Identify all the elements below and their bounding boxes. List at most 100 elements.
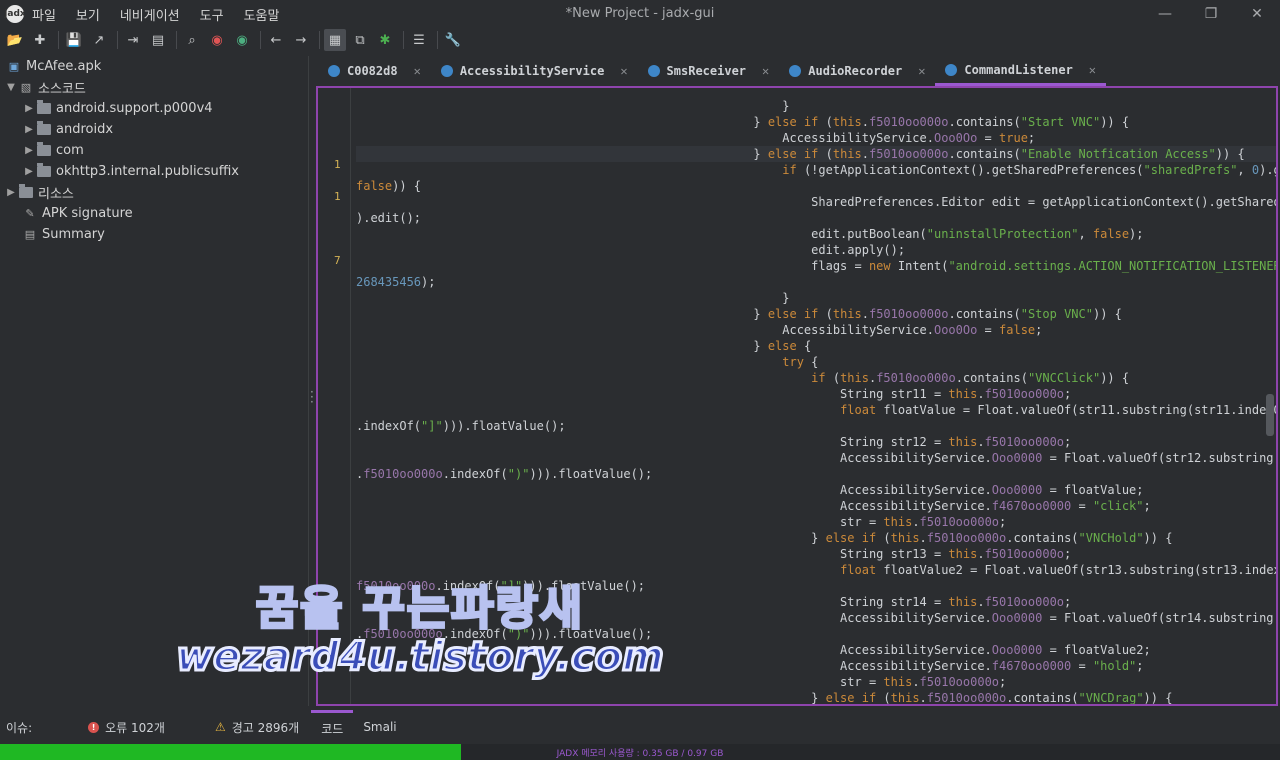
deobfuscation-icon[interactable]: ▦	[324, 29, 346, 51]
warnings-count: 경고 2896개	[231, 720, 300, 735]
chevron-right-icon[interactable]: ▶	[22, 145, 36, 156]
maximize-button[interactable]: ❐	[1188, 0, 1234, 28]
apk-icon: ▣	[8, 60, 20, 73]
preferences-wrench-icon[interactable]: 🔧	[442, 29, 464, 51]
vertical-scrollbar[interactable]	[1266, 394, 1274, 436]
gutter-number: 7	[334, 254, 341, 267]
folder-icon	[18, 184, 34, 200]
log-viewer-icon[interactable]: ☰	[408, 29, 430, 51]
find-class-icon[interactable]: ◉	[206, 29, 228, 51]
gutter-number: 1	[334, 190, 341, 203]
chevron-right-icon[interactable]: ▶	[22, 103, 36, 114]
sync-tree-icon[interactable]: ⇥	[122, 29, 144, 51]
back-arrow-icon[interactable]: ←	[265, 29, 287, 51]
toolbar-separator	[58, 31, 59, 49]
quark-icon[interactable]: ⧉	[349, 29, 371, 51]
menu-navigation[interactable]: 네비게이션	[120, 5, 180, 24]
warning-icon: ⚠	[214, 720, 226, 734]
close-icon[interactable]: ✕	[918, 64, 925, 78]
tab-label: AccessibilityService	[459, 64, 605, 78]
open-file-icon[interactable]: 📂	[4, 29, 26, 51]
tree-source-code[interactable]: ▼ ▧ 소스코드	[0, 77, 308, 98]
errors-indicator[interactable]: ! 오류 102개	[88, 719, 165, 736]
search-icon[interactable]: ⌕	[181, 29, 203, 51]
error-icon: !	[88, 721, 100, 733]
menu-view[interactable]: 보기	[76, 5, 100, 24]
gutter-number: 1	[334, 158, 341, 171]
chevron-down-icon[interactable]: ▼	[4, 82, 18, 93]
folder-icon	[36, 142, 52, 158]
menu-file[interactable]: 파일	[32, 5, 56, 24]
toolbar-separator	[319, 31, 320, 49]
menu-help[interactable]: 도움말	[244, 5, 280, 24]
tree-label: Summary	[42, 227, 105, 242]
close-icon[interactable]: ✕	[414, 64, 421, 78]
save-icon[interactable]: 💾	[63, 29, 85, 51]
minimize-button[interactable]: —	[1142, 0, 1188, 28]
toolbar: 📂 ✚ 💾 ↗ ⇥ ▤ ⌕ ◉ ◉ ← → ▦ ⧉ ✱ ☰ 🔧	[0, 28, 1280, 52]
tree-label: McAfee.apk	[26, 59, 102, 74]
debug-bug-icon[interactable]: ✱	[374, 29, 396, 51]
close-icon[interactable]: ✕	[620, 64, 627, 78]
find-usage-icon[interactable]: ◉	[231, 29, 253, 51]
issues-label: 이슈:	[6, 720, 33, 735]
window-title: *New Project - jadx-gui	[565, 6, 715, 21]
class-icon	[647, 65, 660, 77]
tree-package-item[interactable]: ▶ android.support.p000v4	[0, 98, 308, 119]
tree-root-apk[interactable]: ▣ McAfee.apk	[0, 56, 308, 77]
tree-label: android.support.p000v4	[56, 101, 213, 116]
tab-audiorecorder[interactable]: AudioRecorder ✕	[779, 56, 935, 86]
line-gutter: 1 1 7	[318, 88, 351, 704]
tab-smsreceiver[interactable]: SmsReceiver ✕	[638, 56, 780, 86]
export-icon[interactable]: ↗	[88, 29, 110, 51]
tab-code-view[interactable]: 코드	[311, 710, 354, 744]
title-bar: jadx 파일 보기 네비게이션 도구 도움말 *New Project - j…	[0, 0, 1280, 28]
folder-icon	[36, 163, 52, 179]
jadx-logo-icon: jadx	[4, 5, 26, 23]
editor-tabs: C0082d8 ✕ AccessibilityService ✕ SmsReceiv…	[318, 56, 1280, 86]
tree-resources[interactable]: ▶ 리소스	[0, 182, 308, 203]
close-icon[interactable]: ✕	[762, 64, 769, 78]
chevron-right-icon[interactable]: ▶	[4, 187, 18, 198]
close-button[interactable]: ✕	[1234, 0, 1280, 28]
chevron-right-icon[interactable]: ▶	[22, 124, 36, 135]
class-icon	[328, 65, 340, 77]
tab-label: SmsReceiver	[666, 64, 747, 78]
toolbar-separator	[437, 31, 438, 49]
code-editor[interactable]: 1 1 7 } } else if (this.f5010oo000o.cont…	[316, 86, 1278, 706]
summary-icon: ▤	[24, 228, 36, 241]
tree-label: com	[56, 143, 84, 158]
warnings-indicator[interactable]: ⚠ 경고 2896개	[215, 719, 299, 736]
memory-usage-text: JADX 메모리 사용량 : 0.35 GB / 0.97 GB	[556, 749, 724, 759]
package-box-icon: ▧	[20, 81, 32, 94]
tree-package-item[interactable]: ▶ com	[0, 140, 308, 161]
add-file-icon[interactable]: ✚	[29, 29, 51, 51]
tree-summary[interactable]: ▤ Summary	[0, 224, 308, 245]
splitter-handle[interactable]: · · ·	[310, 386, 314, 408]
tree-apk-signature[interactable]: ✎ APK signature	[0, 203, 308, 224]
class-icon	[440, 65, 453, 77]
tab-smali-view[interactable]: Smali	[353, 710, 406, 744]
toolbar-separator	[117, 31, 118, 49]
tree-label: 리소스	[38, 187, 74, 202]
tree-label: APK signature	[42, 206, 133, 221]
tab-label: CommandListener	[964, 62, 1073, 77]
tab-commandlistener[interactable]: CommandListener ✕	[935, 56, 1107, 86]
chevron-right-icon[interactable]: ▶	[22, 166, 36, 177]
tree-label: androidx	[56, 122, 114, 137]
forward-arrow-icon[interactable]: →	[290, 29, 312, 51]
tab-label: C0082d8	[347, 64, 398, 78]
tree-label: okhttp3.internal.publicsuffix	[56, 164, 239, 179]
menu-tools[interactable]: 도구	[200, 5, 224, 24]
class-icon	[789, 65, 802, 77]
code-text[interactable]: } } else if (this.f5010oo000o.contains("…	[356, 88, 1276, 704]
status-bar: JADX 메모리 사용량 : 0.35 GB / 0.97 GB	[0, 744, 1280, 760]
flatten-packages-icon[interactable]: ▤	[147, 29, 169, 51]
tree-package-item[interactable]: ▶ androidx	[0, 119, 308, 140]
tab-c0082d8[interactable]: C0082d8 ✕	[318, 56, 431, 86]
tab-accessibilityservice[interactable]: AccessibilityService ✕	[431, 56, 638, 86]
folder-icon	[36, 121, 52, 137]
close-icon[interactable]: ✕	[1089, 63, 1096, 77]
class-icon	[945, 63, 958, 76]
tree-package-item[interactable]: ▶ okhttp3.internal.publicsuffix	[0, 161, 308, 182]
